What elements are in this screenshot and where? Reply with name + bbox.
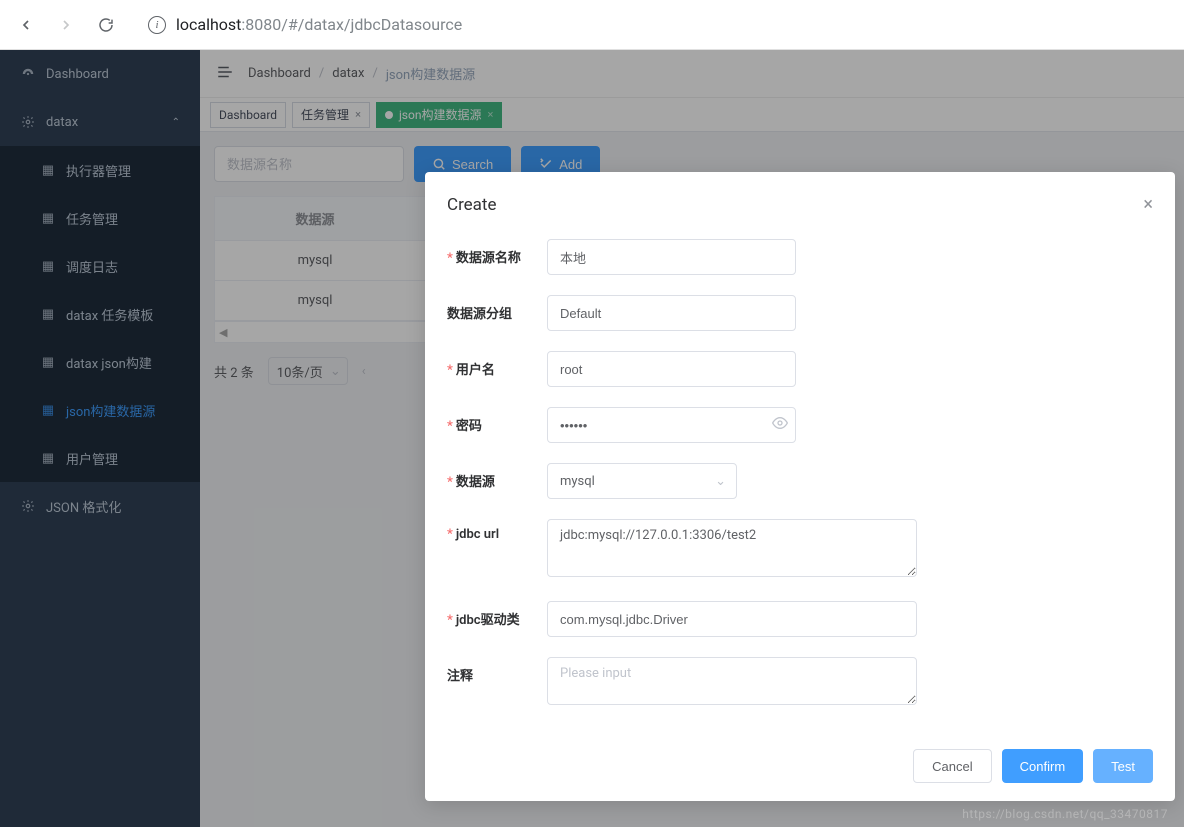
password-input[interactable] [547, 407, 796, 443]
info-icon: i [148, 16, 166, 34]
name-input[interactable] [547, 239, 796, 275]
form-label: 数据源 [456, 475, 495, 490]
jdbc-driver-input[interactable] [547, 601, 917, 637]
select-value: mysql [560, 474, 595, 489]
watermark: https://blog.csdn.net/qq_33470817 [962, 807, 1168, 821]
button-label: Confirm [1020, 759, 1066, 774]
form-row-comment: 注释 [447, 657, 1153, 709]
form-row-name: *数据源名称 [447, 239, 1153, 275]
comment-textarea[interactable] [547, 657, 917, 705]
create-modal: Create × *数据源名称 数据源分组 *用户名 *密码 [425, 172, 1175, 801]
eye-icon[interactable] [772, 415, 788, 435]
form-label: 数据源名称 [456, 251, 521, 266]
form-label: 注释 [447, 669, 473, 684]
form-row-jdbc-url: *jdbc url [447, 519, 1153, 581]
url-text: localhost:8080/#/datax/jdbcDatasource [176, 15, 462, 34]
form-label: jdbc驱动类 [456, 613, 520, 628]
jdbc-url-textarea[interactable] [547, 519, 917, 577]
cancel-button[interactable]: Cancel [913, 749, 991, 783]
button-label: Test [1111, 759, 1135, 774]
forward-button[interactable] [56, 15, 76, 35]
button-label: Cancel [932, 759, 972, 774]
form-label: 用户名 [456, 363, 495, 378]
form-label: 数据源分组 [447, 307, 512, 322]
form-label: jdbc url [456, 527, 499, 542]
back-button[interactable] [16, 15, 36, 35]
modal-footer: Cancel Confirm Test [447, 749, 1153, 783]
form-label: 密码 [456, 419, 482, 434]
modal-title: Create [447, 195, 497, 215]
group-input[interactable] [547, 295, 796, 331]
confirm-button[interactable]: Confirm [1002, 749, 1084, 783]
browser-chrome: i localhost:8080/#/datax/jdbcDatasource [0, 0, 1184, 50]
form-row-group: 数据源分组 [447, 295, 1153, 331]
datasource-select[interactable]: mysql [547, 463, 737, 499]
username-input[interactable] [547, 351, 796, 387]
test-button[interactable]: Test [1093, 749, 1153, 783]
url-bar[interactable]: i localhost:8080/#/datax/jdbcDatasource [136, 9, 1168, 40]
form-row-username: *用户名 [447, 351, 1153, 387]
refresh-button[interactable] [96, 15, 116, 35]
form-row-jdbc-driver: *jdbc驱动类 [447, 601, 1153, 637]
form-row-datasource: *数据源 mysql [447, 463, 1153, 499]
form-row-password: *密码 [447, 407, 1153, 443]
close-icon[interactable]: × [1143, 194, 1153, 215]
